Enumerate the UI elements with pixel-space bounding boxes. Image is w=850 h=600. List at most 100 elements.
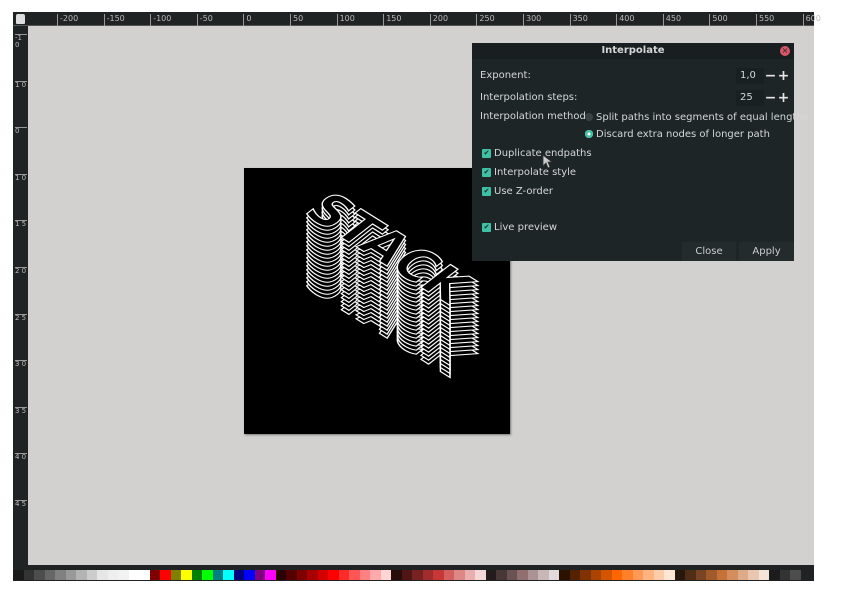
color-swatch[interactable] [632,570,643,580]
color-swatch[interactable] [128,570,139,580]
method-option-split[interactable]: Split paths into segments of equal lengt… [585,112,808,123]
exponent-stepper[interactable]: 1,0 − + [736,68,790,84]
color-swatch[interactable] [139,570,150,580]
radio-button-selected[interactable] [585,130,593,138]
color-swatch[interactable] [359,570,370,580]
color-swatch[interactable] [97,570,108,580]
color-swatch[interactable] [443,570,454,580]
color-swatch[interactable] [643,570,654,580]
lock-icon[interactable] [16,14,25,24]
color-swatch[interactable] [559,570,570,580]
color-swatch[interactable] [790,570,801,580]
color-swatch[interactable] [307,570,318,580]
checkmark-icon[interactable]: ✔ [482,148,491,158]
color-swatch[interactable] [13,570,24,580]
close-icon[interactable]: × [780,46,790,56]
color-swatch[interactable] [517,570,528,580]
apply-button[interactable]: Apply [739,242,794,261]
color-swatch[interactable] [223,570,234,580]
color-swatch[interactable] [496,570,507,580]
horizontal-ruler[interactable]: -200 -150 -100 -50 0 50 100 150 200 250 300 350 400 4… [13,12,821,26]
color-swatch[interactable] [506,570,517,580]
color-swatch[interactable] [779,570,790,580]
color-swatch[interactable] [548,570,559,580]
color-swatch[interactable] [737,570,748,580]
color-swatch[interactable] [265,570,276,580]
color-swatch[interactable] [202,570,213,580]
checkbox-interpolate-style[interactable]: ✔ Interpolate style [482,167,576,178]
color-swatch[interactable] [727,570,738,580]
color-swatch[interactable] [464,570,475,580]
color-swatch[interactable] [527,570,538,580]
color-swatch[interactable] [695,570,706,580]
color-swatch[interactable] [65,570,76,580]
color-swatch[interactable] [485,570,496,580]
checkbox-duplicate-endpaths[interactable]: ✔ Duplicate endpaths [482,148,592,159]
color-swatch[interactable] [391,570,402,580]
color-swatch[interactable] [107,570,118,580]
color-swatch[interactable] [380,570,391,580]
color-swatch[interactable] [275,570,286,580]
minus-icon[interactable]: − [764,90,777,106]
color-swatch[interactable] [244,570,255,580]
color-swatch[interactable] [401,570,412,580]
close-button[interactable]: Close [682,242,736,261]
color-swatch[interactable] [296,570,307,580]
color-swatch[interactable] [622,570,633,580]
color-swatch[interactable] [475,570,486,580]
steps-stepper[interactable]: 25 − + [736,90,790,106]
color-swatch[interactable] [149,570,160,580]
checkbox-live-preview[interactable]: ✔ Live preview [482,222,557,233]
color-swatch[interactable] [685,570,696,580]
color-swatch[interactable] [328,570,339,580]
color-swatch[interactable] [748,570,759,580]
color-swatch[interactable] [580,570,591,580]
color-swatch[interactable] [349,570,360,580]
color-swatch[interactable] [170,570,181,580]
color-swatch[interactable] [254,570,265,580]
color-swatch[interactable] [674,570,685,580]
color-swatch[interactable] [191,570,202,580]
color-swatch[interactable] [590,570,601,580]
color-swatch[interactable] [706,570,717,580]
plus-icon[interactable]: + [777,90,790,106]
color-swatch[interactable] [34,570,45,580]
color-swatch[interactable] [55,570,66,580]
color-swatch[interactable] [233,570,244,580]
method-option-discard[interactable]: Discard extra nodes of longer path [585,129,770,140]
color-swatch[interactable] [317,570,328,580]
radio-button[interactable] [585,113,593,121]
color-swatch[interactable] [716,570,727,580]
color-swatch[interactable] [181,570,192,580]
color-swatch[interactable] [653,570,664,580]
color-swatch[interactable] [433,570,444,580]
minus-icon[interactable]: − [764,68,777,84]
checkmark-icon[interactable]: ✔ [482,167,491,177]
color-swatch[interactable] [370,570,381,580]
checkmark-icon[interactable]: ✔ [482,186,491,196]
exponent-input[interactable]: 1,0 [736,68,764,84]
color-palette[interactable] [13,570,801,580]
color-swatch[interactable] [160,570,171,580]
artwork[interactable]: STACK STACK STACK STACK STACK STACK STACK STACK… [244,168,510,434]
color-swatch[interactable] [286,570,297,580]
color-swatch[interactable] [758,570,769,580]
color-swatch[interactable] [76,570,87,580]
plus-icon[interactable]: + [777,68,790,84]
color-swatch[interactable] [664,570,675,580]
color-swatch[interactable] [338,570,349,580]
color-swatch[interactable] [611,570,622,580]
color-swatch[interactable] [422,570,433,580]
color-swatch[interactable] [118,570,129,580]
color-swatch[interactable] [601,570,612,580]
color-swatch[interactable] [454,570,465,580]
color-swatch[interactable] [769,570,780,580]
color-swatch[interactable] [212,570,223,580]
color-swatch[interactable] [86,570,97,580]
color-swatch[interactable] [23,570,34,580]
color-swatch[interactable] [44,570,55,580]
checkmark-icon[interactable]: ✔ [482,222,491,232]
color-swatch[interactable] [412,570,423,580]
vertical-ruler[interactable]: -1 0 1 0 0 1 0 1 5 2 0 2 5 3 0 3 5 4 0 4 5 [13,26,28,565]
color-swatch[interactable] [538,570,549,580]
